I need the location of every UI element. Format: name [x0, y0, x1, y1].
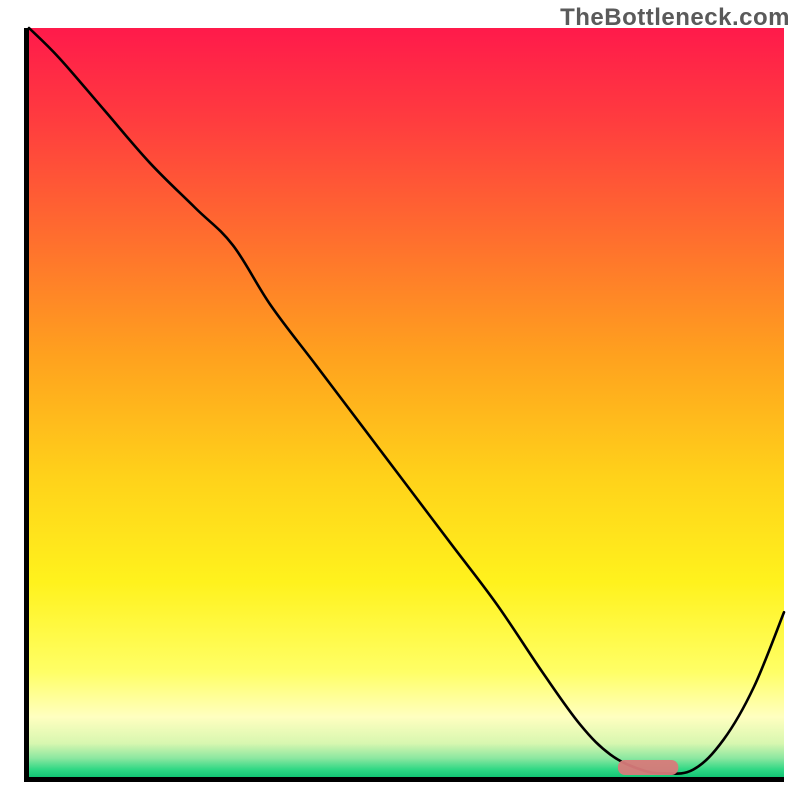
watermark-text: TheBottleneck.com — [560, 4, 790, 32]
axes-frame — [24, 28, 784, 782]
chart-container: TheBottleneck.com — [0, 0, 800, 800]
plot-area — [24, 28, 784, 782]
